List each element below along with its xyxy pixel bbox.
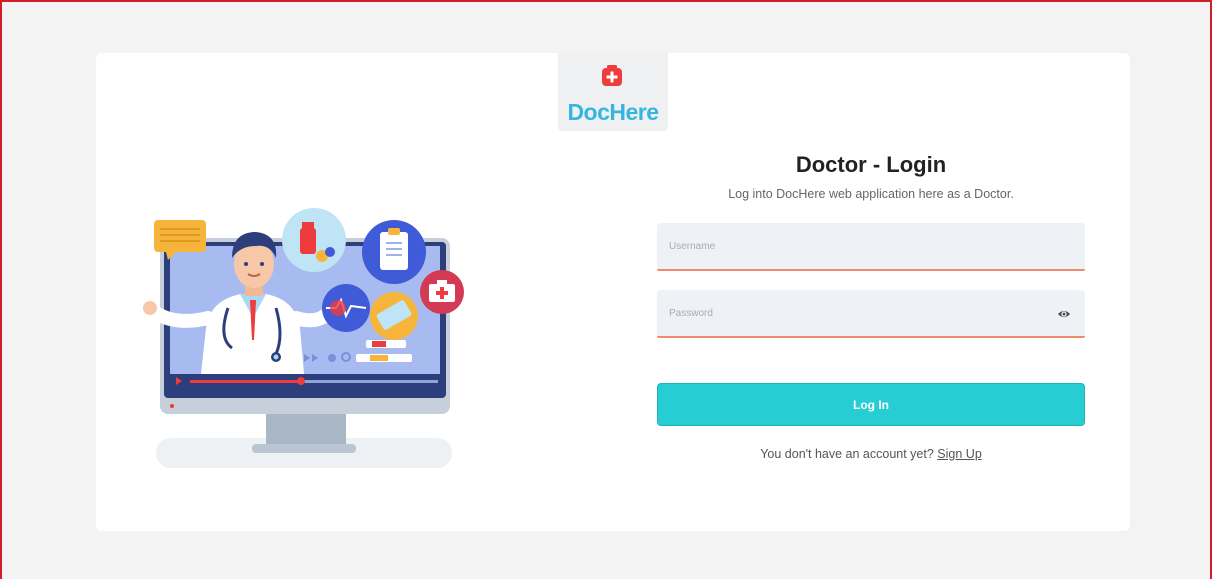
login-form: Doctor - Login Log into DocHere web appl… xyxy=(657,148,1085,461)
page-subtitle: Log into DocHere web application here as… xyxy=(728,187,1014,201)
page-frame: DocHere Doctor - Login Log into DocHere … xyxy=(0,0,1212,579)
logo: DocHere xyxy=(558,53,668,131)
medical-cross-icon xyxy=(602,65,622,86)
login-card: DocHere Doctor - Login Log into DocHere … xyxy=(96,53,1130,531)
logo-text: DocHere xyxy=(567,99,659,125)
doctor-illustration xyxy=(143,208,464,468)
eye-icon[interactable] xyxy=(1057,307,1071,321)
username-input[interactable] xyxy=(657,223,1085,269)
page-title: Doctor - Login xyxy=(795,152,947,177)
username-field xyxy=(657,223,1085,271)
password-input[interactable] xyxy=(657,290,1085,336)
password-field xyxy=(657,290,1085,338)
signup-link[interactable]: Sign Up xyxy=(937,447,981,461)
signup-line: You don't have an account yet? Sign Up xyxy=(657,447,1085,461)
signup-prompt: You don't have an account yet? xyxy=(760,447,934,461)
login-button[interactable]: Log In xyxy=(657,383,1085,426)
